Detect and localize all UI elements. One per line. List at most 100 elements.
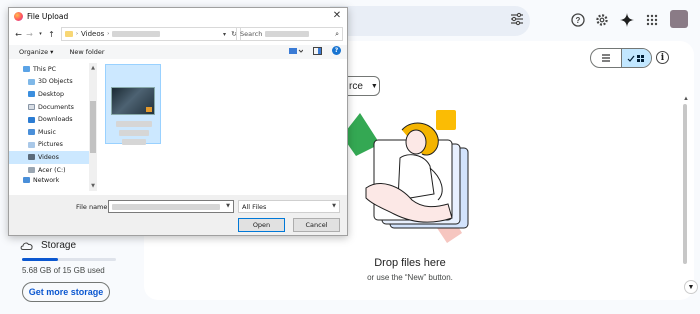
file-upload-dialog: File Upload ✕ ← → ▾ ↑ › Videos › ▾ ↻ Sea… <box>8 7 348 236</box>
cube-icon <box>28 78 35 85</box>
picture-icon <box>28 141 35 148</box>
dialog-footer: File name: ▼ All Files ▼ Open Cancel <box>9 195 347 235</box>
chevron-down-icon[interactable]: ▼ <box>332 203 336 209</box>
change-view-icon[interactable] <box>289 47 303 55</box>
storage-used-text: 5.68 GB of 15 GB used <box>22 266 105 275</box>
tree-item-label: Documents <box>38 103 74 111</box>
storage-usage-bar <box>22 258 116 261</box>
source-filter-label: rce <box>349 80 363 92</box>
firefox-icon <box>14 12 23 21</box>
desktop-icon <box>28 91 35 98</box>
file-name-redacted-line <box>119 130 149 136</box>
folder-search-input[interactable]: Search ⌕ <box>236 27 343 41</box>
tree-item-label: 3D Objects <box>38 78 73 86</box>
forward-arrow-icon[interactable]: → <box>24 30 35 39</box>
tree-item-downloads[interactable]: Downloads <box>9 113 95 126</box>
file-name-redacted-value <box>112 203 220 210</box>
search-icon: ⌕ <box>335 29 339 38</box>
navigation-bar: ← → ▾ ↑ › Videos › ▾ ↻ Search ⌕ <box>9 25 347 43</box>
cancel-button[interactable]: Cancel <box>293 218 340 232</box>
drive-icon <box>28 167 35 174</box>
info-icon[interactable]: i <box>656 51 669 64</box>
file-name-label: File name: <box>76 203 110 211</box>
file-name-redacted-line <box>122 139 146 145</box>
video-file-icon <box>146 107 152 112</box>
network-icon <box>23 177 30 184</box>
tree-item-this-pc[interactable]: This PC <box>9 63 95 76</box>
file-type-value: All Files <box>242 202 267 211</box>
tree-scrollbar-thumb[interactable] <box>90 101 96 153</box>
tree-item-label: Acer (C:) <box>38 166 66 174</box>
chevron-down-icon[interactable]: ▼ <box>226 203 230 209</box>
tree-item-desktop[interactable]: Desktop <box>9 88 95 101</box>
apps-grid-icon[interactable] <box>644 12 660 28</box>
cloud-icon <box>20 242 33 250</box>
tree-item-label: Network <box>33 176 60 184</box>
dropdown-caret-icon: ▼ <box>370 82 378 90</box>
tree-item-documents[interactable]: Documents <box>9 101 95 114</box>
dialog-titlebar[interactable]: File Upload <box>9 8 347 25</box>
help-icon[interactable]: ? <box>570 12 586 28</box>
preview-pane-icon[interactable] <box>313 46 322 55</box>
search-options-icon[interactable] <box>510 12 524 26</box>
address-dropdown-chevron-icon[interactable]: ▾ <box>223 31 226 38</box>
tree-scroll-up-icon[interactable]: ▲ <box>89 65 97 71</box>
tree-item-label: Desktop <box>38 90 64 98</box>
drop-files-illustration <box>342 110 469 243</box>
address-current-folder[interactable]: Videos <box>81 30 104 38</box>
scroll-down-icon[interactable]: ▼ <box>684 280 698 294</box>
tree-item-3d-objects[interactable]: 3D Objects <box>9 76 95 89</box>
recent-locations-chevron-icon[interactable]: ▾ <box>35 31 46 37</box>
get-more-storage-button[interactable]: Get more storage <box>22 282 110 302</box>
grid-view-icon[interactable] <box>620 49 651 67</box>
settings-gear-icon[interactable] <box>594 12 610 28</box>
tree-item-videos[interactable]: Videos <box>9 151 95 164</box>
file-name-redacted-line <box>116 121 152 127</box>
drive-search-bar[interactable] <box>330 6 530 36</box>
breadcrumb-chevron-icon: › <box>76 31 78 37</box>
storage-usage-fill <box>22 258 58 261</box>
list-view-icon[interactable] <box>591 49 621 67</box>
back-arrow-icon[interactable]: ← <box>13 30 24 39</box>
file-item-name <box>116 121 152 148</box>
tree-item-acer-c[interactable]: Acer (C:) <box>9 164 95 177</box>
search-redacted-segment <box>265 31 310 37</box>
dialog-toolbar: Organize ▾ New folder ? <box>9 45 347 59</box>
open-button[interactable]: Open <box>238 218 285 232</box>
new-folder-button[interactable]: New folder <box>69 48 104 56</box>
drop-files-subtitle: or use the “New” button. <box>367 273 453 282</box>
file-item-selected-video[interactable] <box>105 64 161 145</box>
address-redacted-segment <box>112 31 161 37</box>
file-name-input[interactable]: ▼ <box>108 200 234 213</box>
tree-item-network[interactable]: Network <box>9 176 95 184</box>
tree-item-label: Downloads <box>38 116 73 124</box>
music-icon <box>28 129 35 136</box>
tree-item-music[interactable]: Music <box>9 126 95 139</box>
main-scrollbar-thumb[interactable] <box>683 104 687 264</box>
tree-scrollbar[interactable]: ▲ ▼ <box>89 63 97 191</box>
svg-text:?: ? <box>576 16 581 25</box>
up-arrow-icon[interactable]: ↑ <box>46 30 57 39</box>
organize-button[interactable]: Organize ▾ <box>19 48 53 56</box>
scroll-up-arrow-icon[interactable]: ▲ <box>683 96 689 102</box>
storage-label: Storage <box>41 240 77 251</box>
gemini-sparkle-icon[interactable] <box>619 12 635 28</box>
view-toggle[interactable] <box>590 48 652 68</box>
close-icon[interactable]: ✕ <box>331 10 343 21</box>
drop-files-title: Drop files here <box>374 257 446 269</box>
breadcrumb-chevron-icon: › <box>107 31 110 37</box>
document-icon <box>28 104 35 111</box>
account-avatar[interactable] <box>670 10 688 28</box>
help-icon[interactable]: ? <box>332 46 341 55</box>
tree-item-label: Music <box>38 128 56 136</box>
tree-item-label: Videos <box>38 153 59 161</box>
tree-item-pictures[interactable]: Pictures <box>9 139 95 152</box>
computer-icon <box>23 66 30 73</box>
tree-scroll-down-icon[interactable]: ▼ <box>89 183 97 189</box>
tree-item-label: Pictures <box>38 141 63 149</box>
file-list <box>101 63 346 191</box>
video-icon <box>28 154 35 161</box>
address-bar[interactable]: › Videos › ▾ ↻ <box>61 27 241 41</box>
dialog-title: File Upload <box>27 12 69 21</box>
file-type-select[interactable]: All Files ▼ <box>238 200 340 213</box>
